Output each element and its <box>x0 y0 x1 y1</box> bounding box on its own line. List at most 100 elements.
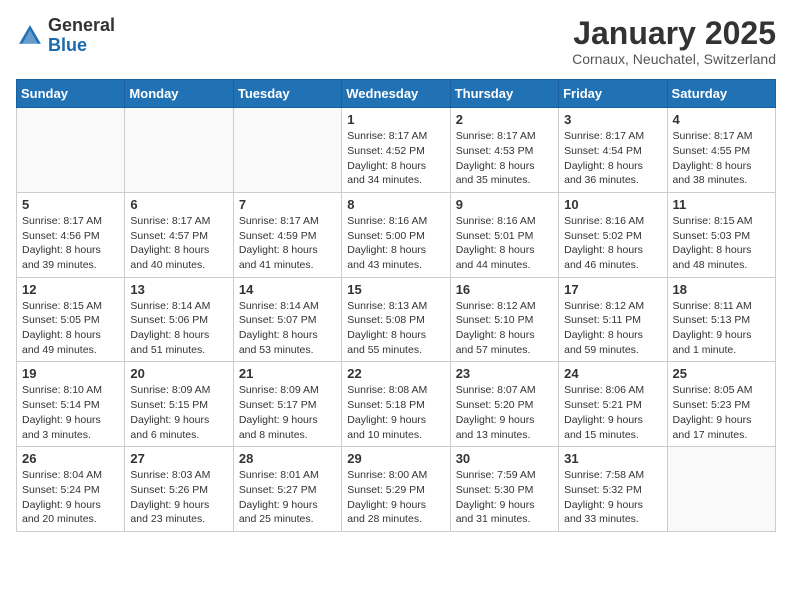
day-info: Sunrise: 8:14 AM Sunset: 5:07 PM Dayligh… <box>239 299 336 358</box>
day-info: Sunrise: 8:17 AM Sunset: 4:52 PM Dayligh… <box>347 129 444 188</box>
calendar-cell: 12Sunrise: 8:15 AM Sunset: 5:05 PM Dayli… <box>17 277 125 362</box>
day-info: Sunrise: 7:59 AM Sunset: 5:30 PM Dayligh… <box>456 468 553 527</box>
day-number: 31 <box>564 451 661 466</box>
weekday-header: Sunday <box>17 80 125 108</box>
calendar-cell: 28 Sunrise: 8:01 AM Sunset: 5:27 PM Dayli… <box>233 447 341 532</box>
calendar-week-row: 1 Sunrise: 8:17 AM Sunset: 4:52 PM Daylig… <box>17 108 776 193</box>
day-number: 11 <box>673 197 770 212</box>
calendar-week-row: 5 Sunrise: 8:17 AM Sunset: 4:56 PM Daylig… <box>17 192 776 277</box>
day-number: 19 <box>22 366 119 381</box>
day-info: Sunrise: 8:17 AM Sunset: 4:53 PM Dayligh… <box>456 129 553 188</box>
day-info: Sunrise: 8:03 AM Sunset: 5:26 PM Dayligh… <box>130 468 227 527</box>
day-number: 8 <box>347 197 444 212</box>
day-number: 7 <box>239 197 336 212</box>
day-number: 21 <box>239 366 336 381</box>
page-header: General Blue January 2025 Cornaux, Neuch… <box>16 16 776 67</box>
calendar-cell: 21 Sunrise: 8:09 AM Sunset: 5:17 PM Dayli… <box>233 362 341 447</box>
month-title: January 2025 <box>572 16 776 51</box>
day-number: 12 <box>22 282 119 297</box>
calendar-cell: 29 Sunrise: 8:00 AM Sunset: 5:29 PM Dayli… <box>342 447 450 532</box>
day-number: 14 <box>239 282 336 297</box>
day-number: 13 <box>130 282 227 297</box>
day-info: Sunrise: 8:12 AM Sunset: 5:11 PM Dayligh… <box>564 299 661 358</box>
calendar-cell: 17 Sunrise: 8:12 AM Sunset: 5:11 PM Dayli… <box>559 277 667 362</box>
logo-text: General Blue <box>48 16 115 56</box>
calendar-cell <box>233 108 341 193</box>
weekday-header: Thursday <box>450 80 558 108</box>
day-info: Sunrise: 8:12 AM Sunset: 5:10 PM Dayligh… <box>456 299 553 358</box>
day-number: 28 <box>239 451 336 466</box>
day-number: 6 <box>130 197 227 212</box>
logo-blue: Blue <box>48 36 115 56</box>
calendar-cell: 14 Sunrise: 8:14 AM Sunset: 5:07 PM Dayli… <box>233 277 341 362</box>
day-info: Sunrise: 8:16 AM Sunset: 5:00 PM Dayligh… <box>347 214 444 273</box>
day-info: Sunrise: 8:01 AM Sunset: 5:27 PM Dayligh… <box>239 468 336 527</box>
calendar-cell: 10Sunrise: 8:16 AM Sunset: 5:02 PM Dayli… <box>559 192 667 277</box>
day-info: Sunrise: 8:07 AM Sunset: 5:20 PM Dayligh… <box>456 383 553 442</box>
calendar-cell: 18 Sunrise: 8:11 AM Sunset: 5:13 PM Dayli… <box>667 277 775 362</box>
location: Cornaux, Neuchatel, Switzerland <box>572 51 776 67</box>
logo: General Blue <box>16 16 115 56</box>
calendar-cell: 3 Sunrise: 8:17 AM Sunset: 4:54 PM Daylig… <box>559 108 667 193</box>
day-info: Sunrise: 8:06 AM Sunset: 5:21 PM Dayligh… <box>564 383 661 442</box>
calendar-cell: 22Sunrise: 8:08 AM Sunset: 5:18 PM Dayli… <box>342 362 450 447</box>
calendar-cell: 15 Sunrise: 8:13 AM Sunset: 5:08 PM Dayli… <box>342 277 450 362</box>
calendar-cell <box>125 108 233 193</box>
day-info: Sunrise: 8:15 AM Sunset: 5:03 PM Dayligh… <box>673 214 770 273</box>
day-number: 20 <box>130 366 227 381</box>
day-number: 15 <box>347 282 444 297</box>
calendar-cell: 27Sunrise: 8:03 AM Sunset: 5:26 PM Dayli… <box>125 447 233 532</box>
calendar-cell: 13Sunrise: 8:14 AM Sunset: 5:06 PM Dayli… <box>125 277 233 362</box>
day-info: Sunrise: 8:04 AM Sunset: 5:24 PM Dayligh… <box>22 468 119 527</box>
day-number: 26 <box>22 451 119 466</box>
day-info: Sunrise: 8:17 AM Sunset: 4:59 PM Dayligh… <box>239 214 336 273</box>
day-info: Sunrise: 8:00 AM Sunset: 5:29 PM Dayligh… <box>347 468 444 527</box>
day-info: Sunrise: 8:17 AM Sunset: 4:56 PM Dayligh… <box>22 214 119 273</box>
calendar-week-row: 12Sunrise: 8:15 AM Sunset: 5:05 PM Dayli… <box>17 277 776 362</box>
calendar-cell: 5 Sunrise: 8:17 AM Sunset: 4:56 PM Daylig… <box>17 192 125 277</box>
calendar-week-row: 26 Sunrise: 8:04 AM Sunset: 5:24 PM Dayli… <box>17 447 776 532</box>
day-number: 3 <box>564 112 661 127</box>
day-info: Sunrise: 8:16 AM Sunset: 5:02 PM Dayligh… <box>564 214 661 273</box>
calendar-cell: 24Sunrise: 8:06 AM Sunset: 5:21 PM Dayli… <box>559 362 667 447</box>
title-block: January 2025 Cornaux, Neuchatel, Switzer… <box>572 16 776 67</box>
day-number: 30 <box>456 451 553 466</box>
day-number: 9 <box>456 197 553 212</box>
calendar-cell: 26 Sunrise: 8:04 AM Sunset: 5:24 PM Dayli… <box>17 447 125 532</box>
day-number: 16 <box>456 282 553 297</box>
day-number: 4 <box>673 112 770 127</box>
day-info: Sunrise: 8:09 AM Sunset: 5:17 PM Dayligh… <box>239 383 336 442</box>
logo-icon <box>16 22 44 50</box>
day-info: Sunrise: 8:11 AM Sunset: 5:13 PM Dayligh… <box>673 299 770 358</box>
day-number: 18 <box>673 282 770 297</box>
weekday-header: Wednesday <box>342 80 450 108</box>
calendar-cell: 19 Sunrise: 8:10 AM Sunset: 5:14 PM Dayli… <box>17 362 125 447</box>
calendar-cell <box>17 108 125 193</box>
day-info: Sunrise: 8:13 AM Sunset: 5:08 PM Dayligh… <box>347 299 444 358</box>
weekday-header: Saturday <box>667 80 775 108</box>
calendar-cell: 25Sunrise: 8:05 AM Sunset: 5:23 PM Dayli… <box>667 362 775 447</box>
day-number: 1 <box>347 112 444 127</box>
day-number: 5 <box>22 197 119 212</box>
day-number: 29 <box>347 451 444 466</box>
calendar-cell: 2Sunrise: 8:17 AM Sunset: 4:53 PM Daylig… <box>450 108 558 193</box>
calendar-cell: 1 Sunrise: 8:17 AM Sunset: 4:52 PM Daylig… <box>342 108 450 193</box>
day-info: Sunrise: 8:17 AM Sunset: 4:55 PM Dayligh… <box>673 129 770 188</box>
day-number: 17 <box>564 282 661 297</box>
day-info: Sunrise: 8:09 AM Sunset: 5:15 PM Dayligh… <box>130 383 227 442</box>
day-info: Sunrise: 8:17 AM Sunset: 4:57 PM Dayligh… <box>130 214 227 273</box>
calendar-cell: 6 Sunrise: 8:17 AM Sunset: 4:57 PM Daylig… <box>125 192 233 277</box>
calendar-cell: 7 Sunrise: 8:17 AM Sunset: 4:59 PM Daylig… <box>233 192 341 277</box>
calendar-cell: 30 Sunrise: 7:59 AM Sunset: 5:30 PM Dayli… <box>450 447 558 532</box>
calendar-cell: 8 Sunrise: 8:16 AM Sunset: 5:00 PM Daylig… <box>342 192 450 277</box>
day-info: Sunrise: 8:10 AM Sunset: 5:14 PM Dayligh… <box>22 383 119 442</box>
calendar-cell: 16 Sunrise: 8:12 AM Sunset: 5:10 PM Dayli… <box>450 277 558 362</box>
weekday-header-row: SundayMondayTuesdayWednesdayThursdayFrid… <box>17 80 776 108</box>
day-number: 25 <box>673 366 770 381</box>
day-info: Sunrise: 8:16 AM Sunset: 5:01 PM Dayligh… <box>456 214 553 273</box>
calendar-table: SundayMondayTuesdayWednesdayThursdayFrid… <box>16 79 776 532</box>
calendar-cell: 11 Sunrise: 8:15 AM Sunset: 5:03 PM Dayli… <box>667 192 775 277</box>
day-info: Sunrise: 8:17 AM Sunset: 4:54 PM Dayligh… <box>564 129 661 188</box>
weekday-header: Friday <box>559 80 667 108</box>
weekday-header: Tuesday <box>233 80 341 108</box>
